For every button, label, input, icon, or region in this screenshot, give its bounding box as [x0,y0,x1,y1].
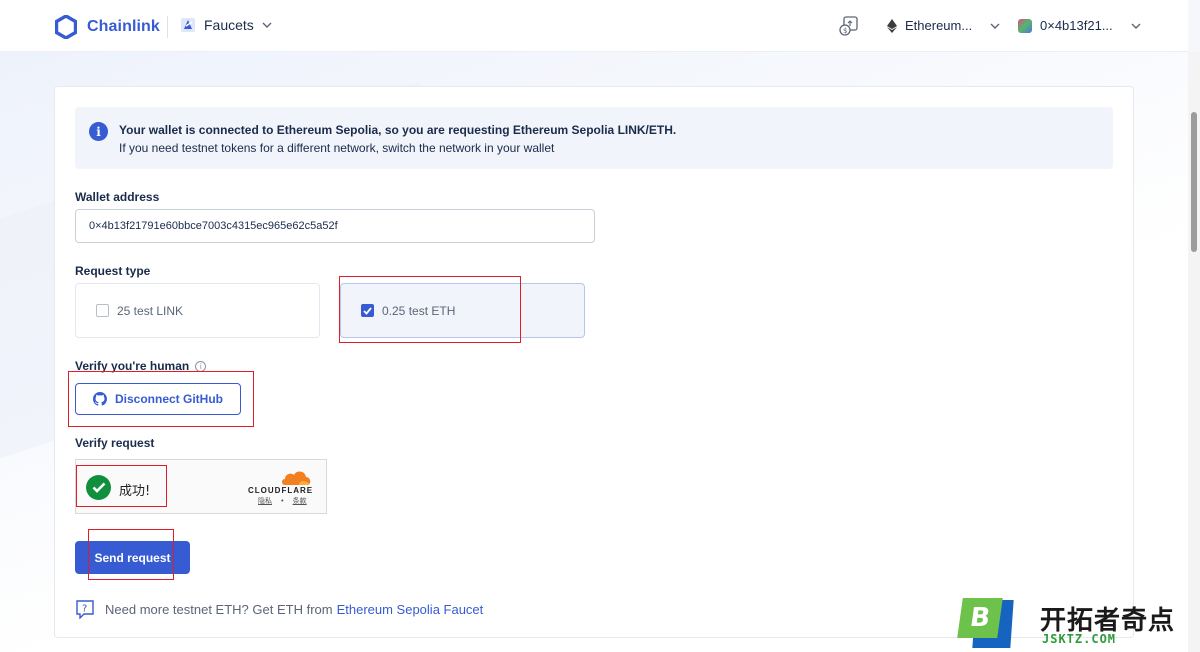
chainlink-hexagon-icon [55,15,77,39]
sepolia-faucet-link[interactable]: Ethereum Sepolia Faucet [337,602,484,617]
network-info-banner: i Your wallet is connected to Ethereum S… [75,107,1113,169]
watermark-domain: JSKTZ.COM [1042,632,1117,646]
annotation-box [339,276,521,343]
watermark-logo: B [957,598,1003,638]
info-message-primary: Your wallet is connected to Ethereum Sep… [119,123,677,137]
page-scrollbar[interactable] [1188,52,1200,652]
chainlink-logo[interactable]: Chainlink [55,15,160,39]
annotation-box [76,465,167,507]
link-separator: • [280,497,285,505]
annotation-box [68,371,254,427]
faucets-label: Faucets [204,17,254,33]
svg-text:$: $ [843,27,847,35]
footer-help-text: Need more testnet ETH? Get ETH from [105,601,333,617]
faucet-card: i Your wallet is connected to Ethereum S… [54,86,1134,638]
annotation-box [88,529,174,580]
chevron-down-icon [262,22,272,28]
wallet-address-input[interactable] [75,209,595,243]
account-avatar [1018,18,1032,33]
footer-help: ? Need more testnet ETH? Get ETH from Et… [75,599,483,619]
swap-network-icon: $ [839,16,858,36]
ethereum-icon [887,18,897,33]
link-checkbox[interactable] [96,304,109,317]
brand-name: Chainlink [87,18,160,35]
chevron-down-icon [990,23,1000,29]
chevron-down-icon [1131,23,1141,29]
header-divider [167,16,168,38]
request-type-label: Request type [75,264,151,278]
scrollbar-thumb[interactable] [1191,112,1197,252]
top-nav: Chainlink Faucets $ Ethereum... 0×4b13f2… [0,0,1188,52]
info-icon: i [89,122,108,141]
account-address: 0×4b13f21... [1040,18,1113,33]
captcha-links: 隐私 • 条款 [258,496,307,506]
faucet-icon [181,18,195,32]
faucets-menu[interactable]: Faucets [180,17,272,33]
question-bubble-icon: ? [76,600,94,619]
request-option-link[interactable]: 25 test LINK [75,283,320,338]
network-selector[interactable]: Ethereum... [887,18,1000,33]
privacy-link[interactable]: 隐私 [258,497,272,505]
wallet-address-label: Wallet address [75,190,160,204]
account-selector[interactable]: 0×4b13f21... [1018,18,1141,33]
verify-request-label: Verify request [75,436,155,450]
svg-text:?: ? [82,604,87,615]
cloudflare-brand: CLOUDFLARE [248,486,314,495]
info-message-secondary: If you need testnet tokens for a differe… [119,141,555,155]
request-option-label: 25 test LINK [117,303,184,318]
cloudflare-cloud-icon [282,471,311,485]
site-watermark: B 开拓者奇点 JSKTZ.COM [957,596,1190,652]
terms-link[interactable]: 条款 [293,497,307,505]
network-switch-button[interactable]: $ [838,15,860,37]
network-label: Ethereum... [905,18,973,33]
